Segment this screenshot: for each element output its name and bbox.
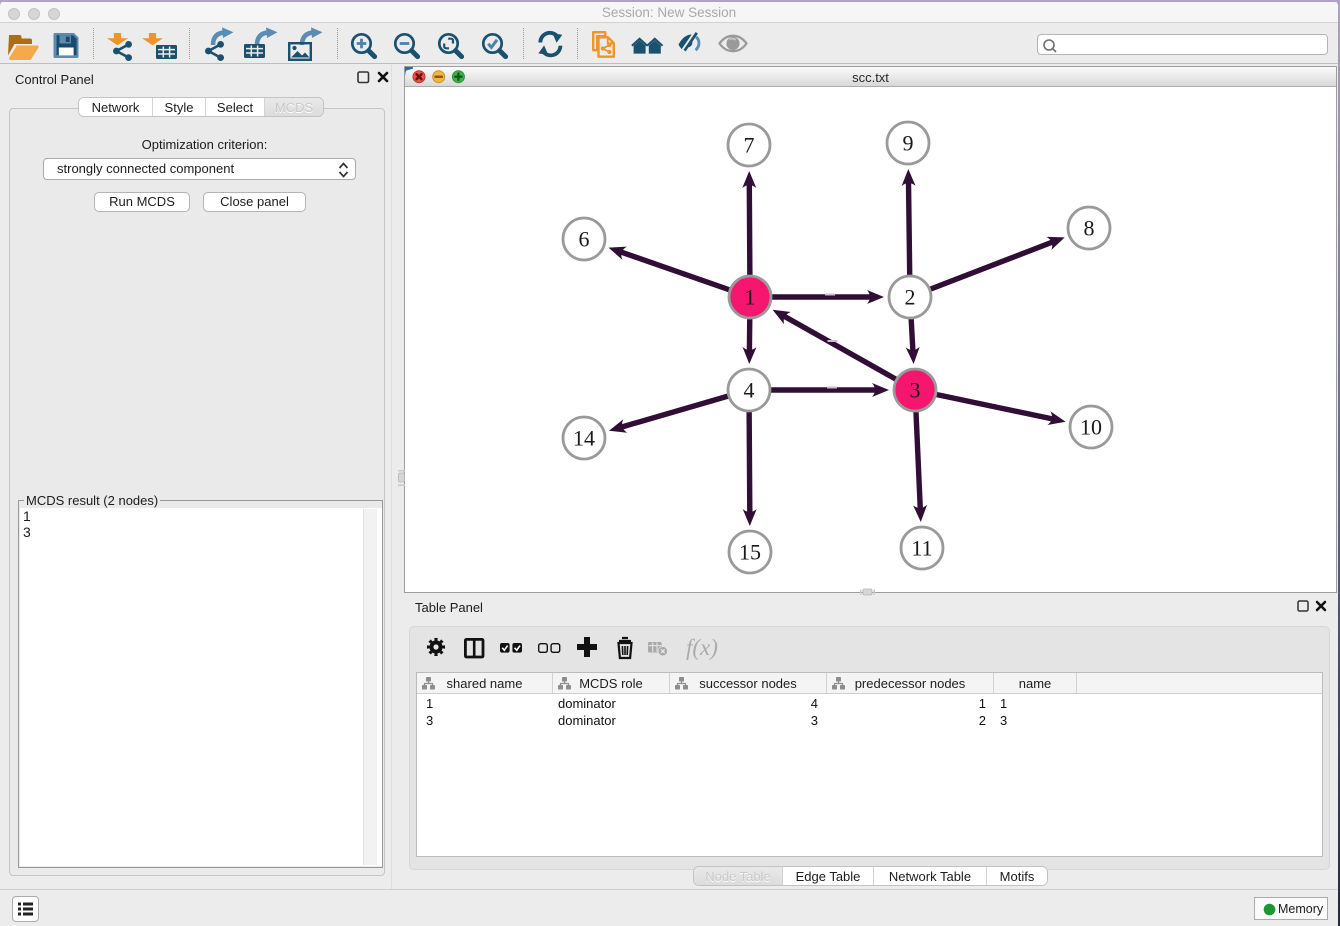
svg-text:8: 8 xyxy=(1084,216,1095,241)
svg-text:6: 6 xyxy=(579,227,590,252)
svg-text:3: 3 xyxy=(910,378,921,403)
svg-text:11: 11 xyxy=(911,536,932,561)
svg-text:1: 1 xyxy=(745,285,756,310)
svg-text:f(x): f(x) xyxy=(686,635,718,660)
svg-text:4: 4 xyxy=(744,378,755,403)
svg-text:14: 14 xyxy=(573,426,595,451)
svg-text:10: 10 xyxy=(1080,415,1102,440)
svg-text:9: 9 xyxy=(903,131,914,156)
svg-text:15: 15 xyxy=(739,540,761,565)
svg-text:7: 7 xyxy=(744,133,755,158)
svg-text:2: 2 xyxy=(905,285,916,310)
